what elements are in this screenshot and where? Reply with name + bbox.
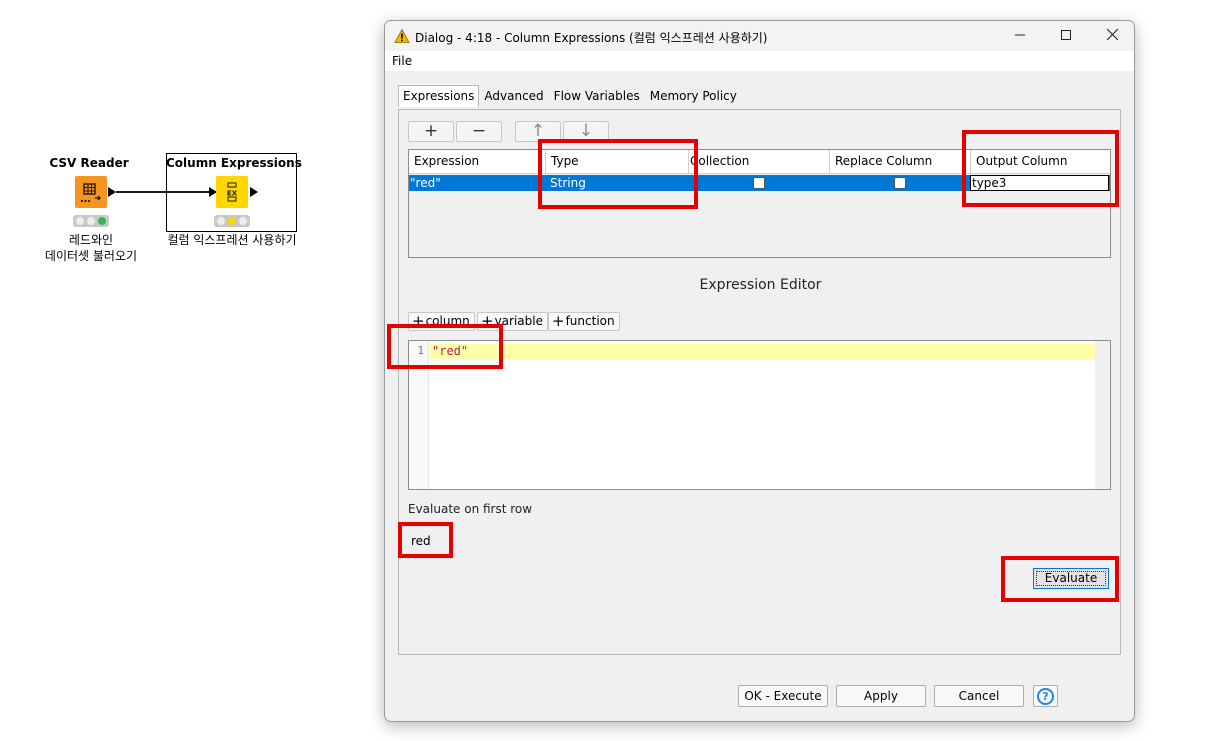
expression-editor-title: Expression Editor	[699, 277, 822, 293]
column-header-expression[interactable]: Expression	[409, 150, 546, 174]
apply-button[interactable]: Apply	[836, 685, 926, 707]
cell-expression[interactable]: "red"	[409, 175, 546, 191]
code-line[interactable]: "red"	[432, 344, 468, 359]
help-icon: ?	[1037, 688, 1054, 705]
minimize-icon	[1015, 34, 1025, 36]
move-down-button[interactable]: ↓	[563, 121, 609, 142]
insert-column-label: column	[425, 314, 470, 328]
column-expressions-status-light	[214, 215, 250, 227]
tab-flow-variables[interactable]: Flow Variables	[549, 85, 645, 107]
dialog-titlebar[interactable]: Dialog - 4:18 - Column Expressions (컬럼 익…	[385, 21, 1134, 51]
tab-memory-policy[interactable]: Memory Policy	[645, 85, 742, 107]
column-expressions-node-label[interactable]: 컬럼 익스프레션 사용하기	[160, 232, 304, 248]
replace-column-checkbox[interactable]	[894, 177, 906, 189]
plus-icon: +	[481, 312, 494, 330]
tab-bar: Expressions Advanced Flow Variables Memo…	[398, 85, 742, 107]
column-header-type[interactable]: Type	[546, 150, 689, 174]
output-column-field[interactable]: type3	[970, 175, 1109, 191]
menu-bar: File	[385, 51, 1134, 71]
evaluate-label: Evaluate on first row	[408, 502, 533, 516]
insert-function-button[interactable]: +function	[548, 312, 620, 331]
collection-checkbox[interactable]	[753, 177, 765, 189]
csv-reader-label-line1: 레드와인	[68, 233, 114, 247]
csv-reader-node-label[interactable]: 레드와인 데이터셋 불러오기	[36, 232, 146, 264]
move-up-button[interactable]: ↑	[515, 121, 561, 142]
csv-reader-output-port[interactable]	[108, 187, 116, 197]
evaluate-button[interactable]: Evaluate	[1033, 568, 1109, 589]
close-button[interactable]	[1089, 21, 1134, 51]
current-line-highlight	[430, 344, 1095, 359]
svg-text:EX: EX	[227, 190, 238, 198]
plus-icon: +	[412, 312, 425, 330]
menu-file[interactable]: File	[392, 54, 412, 68]
cell-type[interactable]: String	[549, 175, 689, 191]
insert-function-label: function	[565, 314, 615, 328]
insert-column-button[interactable]: +column	[408, 312, 475, 331]
help-button[interactable]: ?	[1033, 685, 1058, 707]
add-expression-button[interactable]: +	[408, 121, 454, 142]
column-header-output-column[interactable]: Output Column	[971, 150, 1110, 174]
close-icon	[1106, 28, 1118, 41]
line-number: 1	[417, 344, 424, 357]
column-expressions-dialog: Dialog - 4:18 - Column Expressions (컬럼 익…	[384, 20, 1135, 722]
expression-editor[interactable]: 1 "red"	[408, 340, 1111, 490]
warning-triangle-icon	[394, 28, 410, 43]
cancel-button[interactable]: Cancel	[934, 685, 1024, 707]
tab-expressions[interactable]: Expressions	[398, 85, 480, 107]
column-expressions-node-title: Column Expressions	[166, 156, 302, 170]
column-expressions-output-port[interactable]	[250, 187, 258, 197]
column-header-collection[interactable]: Collection	[689, 150, 830, 174]
column-expressions-icon[interactable]: EX	[216, 176, 248, 208]
maximize-button[interactable]	[1043, 21, 1089, 51]
csv-reader-icon[interactable]	[75, 176, 107, 208]
maximize-icon	[1061, 30, 1071, 40]
expressions-table: Expression Type Collection Replace Colum…	[408, 149, 1111, 258]
csv-reader-label-line2: 데이터셋 불러오기	[44, 249, 138, 263]
dialog-title: Dialog - 4:18 - Column Expressions (컬럼 익…	[415, 31, 768, 45]
insert-variable-label: variable	[494, 314, 543, 328]
remove-expression-button[interactable]: −	[456, 121, 502, 142]
line-number-gutter: 1	[409, 341, 429, 489]
plus-icon: +	[552, 312, 565, 330]
editor-scrollbar[interactable]	[1095, 341, 1110, 489]
csv-reader-node-title: CSV Reader	[49, 156, 129, 170]
insert-variable-button[interactable]: +variable	[477, 312, 548, 331]
column-header-replace-column[interactable]: Replace Column	[830, 150, 971, 174]
evaluate-result: red	[411, 534, 431, 548]
csv-reader-status-light	[73, 215, 109, 227]
minimize-button[interactable]	[997, 21, 1043, 51]
tab-advanced[interactable]: Advanced	[479, 85, 548, 107]
ok-execute-button[interactable]: OK - Execute	[738, 685, 828, 707]
